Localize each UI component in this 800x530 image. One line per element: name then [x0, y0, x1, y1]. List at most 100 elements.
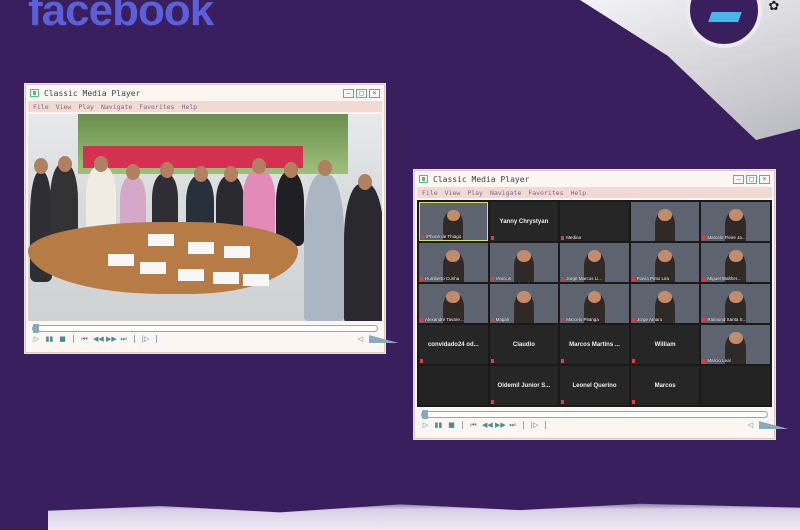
minimize-button[interactable]: –: [733, 174, 744, 184]
participant-video: [658, 209, 672, 222]
participant-tile[interactable]: iPhone de Thiago: [419, 202, 488, 241]
close-button[interactable]: ×: [759, 174, 770, 184]
participant-tile[interactable]: Marcelo Fleire Ja...: [701, 202, 770, 241]
muted-mic-icon: [561, 318, 565, 322]
volume-icon[interactable]: ◁: [356, 335, 365, 343]
play-icon[interactable]: ▷: [421, 421, 430, 429]
participant-tile[interactable]: Jorge Marcos Li...: [560, 243, 629, 282]
menu-view[interactable]: View: [445, 189, 461, 197]
participant-tile[interactable]: Miguel Walther...: [701, 243, 770, 282]
participant-tile[interactable]: Marcelo Pitanga: [560, 284, 629, 323]
menu-navigate[interactable]: Navigate: [101, 103, 132, 111]
menu-file[interactable]: File: [422, 189, 438, 197]
participant-tile[interactable]: Leonel Querino: [560, 366, 629, 405]
table-paper: [140, 262, 166, 274]
skip-forward-icon[interactable]: ⏭: [508, 421, 517, 430]
participant-video: [728, 209, 743, 222]
participant-name: William: [654, 341, 676, 348]
skip-forward-icon[interactable]: ⏭: [119, 335, 128, 344]
participant-name: Flavia Pinto Lira: [636, 276, 670, 281]
pause-icon[interactable]: ▮▮: [434, 421, 443, 429]
participant-name: Yanny Chrystyan: [499, 218, 549, 225]
muted-mic-icon: [702, 318, 706, 322]
menu-file[interactable]: File: [33, 103, 49, 111]
stop-icon[interactable]: ■: [447, 421, 456, 429]
seek-handle[interactable]: [33, 324, 39, 333]
scene-head: [34, 158, 48, 174]
menu-play[interactable]: Play: [78, 103, 94, 111]
participant-tile[interactable]: Marcos: [630, 366, 700, 405]
participant-tile[interactable]: Vinicius: [489, 243, 559, 282]
seek-handle[interactable]: [422, 410, 428, 419]
participant-tile[interactable]: convidado24 od...: [419, 325, 488, 364]
participant-tile[interactable]: William: [630, 325, 700, 364]
volume-slider[interactable]: [369, 335, 399, 343]
video-area[interactable]: [28, 114, 382, 321]
seek-bar[interactable]: [32, 324, 378, 333]
frame-step-icon[interactable]: |▷: [530, 421, 539, 429]
frame-step-icon[interactable]: |▷: [141, 335, 150, 343]
muted-mic-icon: [420, 359, 423, 363]
playback-controls: ▷ ▮▮ ■ ⏮ ◀◀ ▶▶ ⏭ |▷ ◁: [26, 332, 399, 346]
participant-tile[interactable]: [630, 202, 700, 241]
fast-forward-icon[interactable]: ▶▶: [106, 335, 117, 343]
participant-tile[interactable]: Raimund Santa S...: [701, 284, 770, 323]
stop-icon[interactable]: ■: [58, 335, 67, 343]
participant-tile[interactable]: Claudio: [489, 325, 559, 364]
participant-video: [587, 250, 602, 263]
table-paper: [108, 254, 134, 266]
participant-tile[interactable]: Humberto Cunha: [419, 243, 488, 282]
participant-tile[interactable]: Medina: [560, 202, 629, 241]
muted-mic-icon: [490, 359, 494, 363]
minimize-button[interactable]: –: [343, 88, 354, 98]
participant-tile[interactable]: Oldemil Junior S...: [489, 366, 559, 405]
seek-bar[interactable]: [421, 410, 768, 419]
skip-back-icon[interactable]: ⏮: [469, 421, 478, 430]
participant-tile[interactable]: Marcos Martins ...: [560, 325, 629, 364]
pause-icon[interactable]: ▮▮: [45, 335, 54, 343]
volume-slider[interactable]: [759, 421, 789, 429]
scene-head: [224, 166, 238, 182]
muted-mic-icon: [420, 318, 423, 322]
muted-mic-icon: [631, 400, 635, 404]
participant-name: Oldemil Junior S...: [497, 382, 551, 389]
video-area[interactable]: iPhone de Thiago Yanny Chrystyan Medina Mar…: [417, 200, 772, 407]
participant-name: Miguel Walther...: [707, 276, 741, 281]
rewind-icon[interactable]: ◀◀: [482, 421, 493, 429]
participant-tile[interactable]: Jorge Amaro: [630, 284, 700, 323]
muted-mic-icon: [490, 318, 494, 322]
maximize-button[interactable]: □: [746, 174, 757, 184]
participant-tile[interactable]: Alexandre Tavare...: [419, 284, 488, 323]
participant-video: [517, 250, 531, 263]
menu-view[interactable]: View: [56, 103, 72, 111]
participant-name: Jorge Marcos Li...: [566, 276, 602, 281]
participant-video: [446, 209, 460, 222]
fast-forward-icon[interactable]: ▶▶: [495, 421, 506, 429]
scene-head: [252, 158, 266, 174]
participant-tile[interactable]: Flavia Pinto Lira: [630, 243, 700, 282]
menu-help[interactable]: Help: [571, 189, 587, 197]
scene-head: [126, 164, 140, 180]
participant-video: [587, 291, 602, 304]
scene-head: [94, 156, 108, 172]
close-button[interactable]: ×: [369, 88, 380, 98]
menu-navigate[interactable]: Navigate: [490, 189, 521, 197]
menu-play[interactable]: Play: [467, 189, 483, 197]
play-icon[interactable]: ▷: [32, 335, 41, 343]
muted-mic-icon: [631, 318, 635, 322]
participant-tile[interactable]: Magali: [489, 284, 559, 323]
menu-bar: File View Play Navigate Favorites Help: [28, 101, 382, 112]
participant-tile[interactable]: Marcio Leal: [701, 325, 770, 364]
table-paper: [243, 274, 269, 286]
rewind-icon[interactable]: ◀◀: [93, 335, 104, 343]
menu-favorites[interactable]: Favorites: [139, 103, 174, 111]
volume-icon[interactable]: ◁: [746, 421, 755, 429]
participant-tile[interactable]: [419, 366, 488, 405]
participant-tile[interactable]: [701, 366, 770, 405]
skip-back-icon[interactable]: ⏮: [80, 335, 89, 344]
maximize-button[interactable]: □: [356, 88, 367, 98]
table-paper: [188, 242, 214, 254]
menu-help[interactable]: Help: [182, 103, 198, 111]
participant-tile[interactable]: Yanny Chrystyan: [489, 202, 559, 241]
menu-favorites[interactable]: Favorites: [528, 189, 563, 197]
